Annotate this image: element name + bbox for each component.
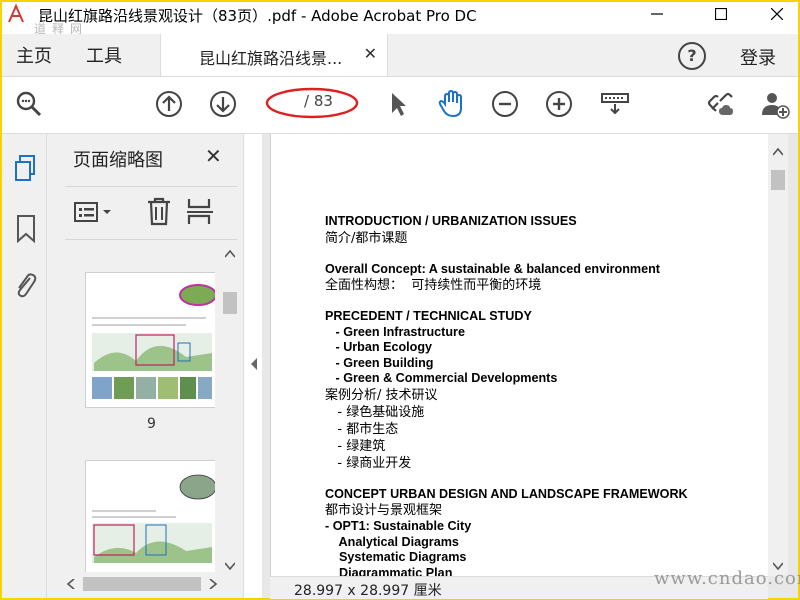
window-title: 昆山红旗路沿线景观设计（83页）.pdf - Adobe Acrobat Pro…: [38, 7, 477, 25]
document-tab-label: 昆山红旗路沿线景...: [199, 49, 343, 68]
menu-home[interactable]: 主页: [16, 42, 52, 68]
document-line: - Green Building: [325, 355, 434, 370]
menu-tools[interactable]: 工具: [86, 42, 122, 68]
watermark-bottom-right: www.cndao.com: [654, 568, 800, 589]
scroll-down-icon[interactable]: [225, 562, 235, 570]
thumbnail-panel-close-button[interactable]: ✕: [205, 144, 222, 168]
zoom-in-icon[interactable]: [544, 89, 574, 119]
page-down-icon[interactable]: [208, 89, 238, 119]
document-line: - 绿商业开发: [325, 455, 412, 471]
page-navigator: / 83: [264, 86, 360, 119]
link-cloud-icon[interactable]: [706, 89, 736, 119]
document-line: 案例分析/ 技术研议: [325, 387, 438, 403]
document-line: - 都市生态: [325, 421, 399, 437]
minimize-icon: [651, 13, 663, 15]
scroll-left-icon[interactable]: [67, 579, 75, 589]
menu-bar: 主页 工具 昆山红旗路沿线景... ✕ ? 登录: [2, 34, 798, 77]
delete-page-icon[interactable]: [145, 197, 173, 227]
title-bar: 昆山红旗路沿线景观设计（83页）.pdf - Adobe Acrobat Pro…: [2, 2, 798, 26]
collapse-panel-icon[interactable]: [249, 357, 259, 371]
extract-page-icon[interactable]: [185, 197, 215, 227]
document-line: PRECEDENT / TECHNICAL STUDY: [325, 309, 532, 323]
document-tab-close-button[interactable]: ✕: [364, 44, 377, 63]
document-spacer: [325, 472, 765, 487]
page-up-icon[interactable]: [154, 89, 184, 119]
thumbnail-toolbar: [65, 186, 237, 240]
zoom-out-icon[interactable]: [490, 89, 520, 119]
bookmark-icon[interactable]: [15, 214, 37, 244]
keyboard-icon[interactable]: [600, 89, 630, 119]
thumbnail-scroll-thumb[interactable]: [223, 292, 237, 314]
document-spacer: [325, 294, 765, 309]
document-page: INTRODUCTION / URBANIZATION ISSUES 简介/都市课…: [270, 134, 772, 576]
add-user-icon[interactable]: [760, 89, 790, 119]
scroll-up-icon[interactable]: [225, 250, 235, 258]
doc-scroll-up-icon[interactable]: [773, 148, 783, 156]
document-line: CONCEPT URBAN DESIGN AND LANDSCAPE FRAME…: [325, 486, 688, 501]
document-line: Overall Concept: A sustainable & balance…: [325, 261, 660, 276]
thumbnail-panel: 页面缩略图 ✕ 9: [47, 134, 244, 598]
thumbnail-page-image: [92, 474, 215, 563]
thumbnail-scrollbar-horizontal[interactable]: [65, 572, 221, 596]
page-size-label: 28.997 x 28.997 厘米: [294, 583, 442, 599]
document-scroll-thumb[interactable]: [771, 170, 785, 190]
zoom-search-icon[interactable]: [14, 89, 44, 119]
help-button[interactable]: ?: [678, 42, 706, 70]
navigation-pane-strip: [2, 134, 47, 598]
toolbar: / 83: [2, 77, 798, 134]
document-line: INTRODUCTION / URBANIZATION ISSUES: [325, 214, 577, 228]
thumbnail-page[interactable]: [85, 272, 215, 408]
document-line: - Green & Commercial Developments: [325, 371, 558, 385]
thumbnail-page-image: [92, 284, 215, 399]
document-spacer: [325, 247, 765, 262]
document-line: - Urban Ecology: [325, 340, 433, 354]
document-line: - OPT1: Sustainable City: [325, 519, 472, 533]
document-line: 简介/都市课题: [325, 230, 408, 246]
page-thumbnails-icon[interactable]: [13, 154, 39, 184]
thumbnail-scrollbar-vertical[interactable]: [219, 244, 241, 584]
hand-icon[interactable]: [436, 89, 466, 119]
document-scrollbar-vertical[interactable]: [768, 134, 788, 576]
document-area: INTRODUCTION / URBANIZATION ISSUES 简介/都市课…: [262, 134, 798, 598]
maximize-icon: [715, 8, 727, 20]
document-line: - Green Infrastructure: [325, 324, 465, 339]
close-icon: [771, 8, 783, 20]
minimize-button[interactable]: [634, 2, 680, 26]
document-line: Analytical Diagrams: [325, 534, 459, 549]
attachment-icon[interactable]: [12, 270, 38, 300]
thumbnail-panel-title: 页面缩略图: [73, 150, 163, 171]
document-line: 都市设计与景观框架: [325, 503, 443, 518]
document-tab[interactable]: 昆山红旗路沿线景... ✕: [160, 34, 388, 76]
maximize-button[interactable]: [698, 2, 744, 26]
scroll-right-icon[interactable]: [209, 579, 217, 589]
thumbnail-hscroll-thumb[interactable]: [83, 577, 201, 591]
select-arrow-icon[interactable]: [384, 89, 414, 119]
close-window-button[interactable]: [754, 2, 800, 26]
document-line: - 绿建筑: [325, 438, 386, 454]
highlight-oval-annotation: [265, 87, 359, 119]
thumbnail-page-label: 9: [147, 416, 156, 432]
thumbnail-list: 9: [65, 244, 215, 574]
login-button[interactable]: 登录: [740, 44, 776, 70]
document-line: 全面性构想： 可持续性而平衡的环境: [325, 278, 542, 293]
thumbnail-page[interactable]: [85, 460, 215, 574]
document-line: Systematic Diagrams: [325, 550, 467, 564]
document-text: INTRODUCTION / URBANIZATION ISSUES 简介/都市课…: [325, 214, 765, 576]
thumbnail-options-icon[interactable]: [73, 200, 113, 224]
document-line: - 绿色基础设施: [325, 404, 425, 420]
